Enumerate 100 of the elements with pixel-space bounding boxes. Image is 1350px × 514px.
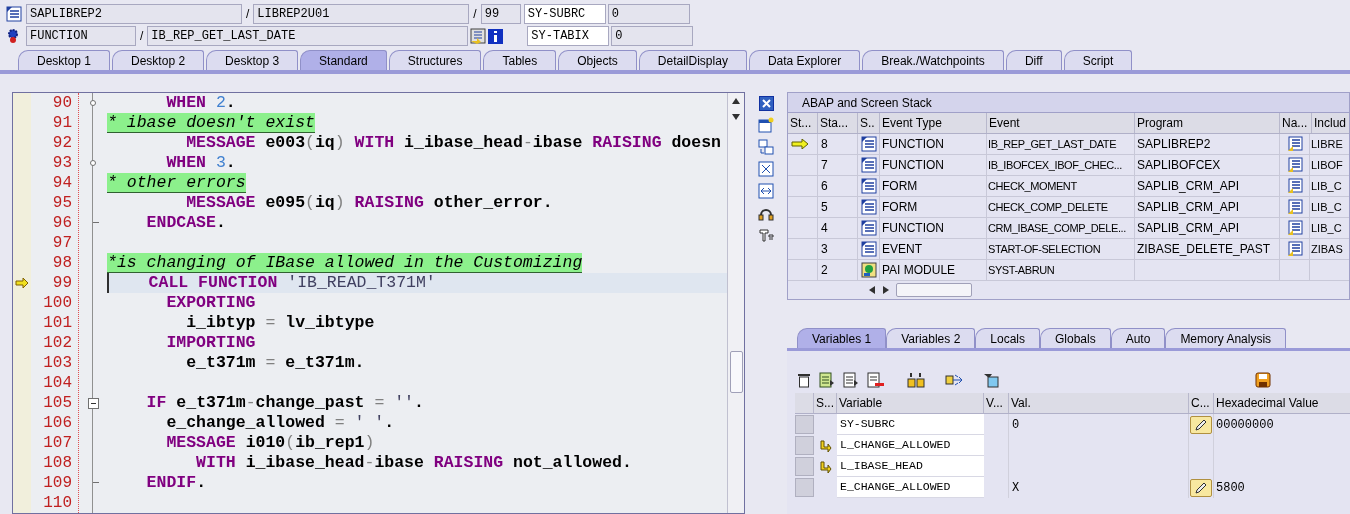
value-field[interactable]: 0	[611, 26, 694, 46]
navigate-icon[interactable]	[1286, 157, 1303, 173]
include: LIBOF	[1311, 157, 1343, 173]
line-number: 109	[43, 473, 72, 493]
include: LIBRE	[1311, 136, 1343, 152]
stack-level: 2	[821, 262, 828, 279]
tab[interactable]: DetailDisplay	[638, 50, 747, 70]
column-header[interactable]: Val.	[1009, 393, 1189, 413]
event: SYST-ABRUN	[988, 262, 1055, 278]
include: LIB_C	[1311, 178, 1342, 194]
system-field[interactable]: SY-SUBRC	[523, 4, 606, 24]
collapse-icon[interactable]	[87, 397, 99, 409]
tab[interactable]: Memory Analysis	[1165, 328, 1287, 348]
delete-row-icon[interactable]	[867, 372, 885, 388]
transfer-icon[interactable]	[945, 372, 963, 388]
new-window-icon[interactable]	[758, 117, 774, 133]
code-line: i_ibtyp = lv_ibtype	[185, 313, 375, 333]
program-field[interactable]: SAPLIBREP2	[26, 4, 242, 24]
include: ZIBAS	[1311, 241, 1343, 257]
tab[interactable]: Standard	[300, 50, 387, 70]
value-field[interactable]: 0	[607, 4, 690, 24]
line-number: 95	[52, 193, 72, 213]
column-header[interactable]: Sta...	[818, 113, 858, 133]
column-header[interactable]: V...	[984, 393, 1009, 413]
document-icon[interactable]	[843, 372, 859, 388]
tab[interactable]: Variables 2	[886, 328, 976, 348]
tab[interactable]: Globals	[1040, 328, 1111, 348]
column-header[interactable]: Event	[987, 113, 1135, 133]
info-icon[interactable]	[488, 28, 504, 44]
tab[interactable]: Desktop 2	[112, 50, 205, 70]
tool-icon[interactable]	[758, 227, 774, 243]
module-name-field[interactable]: IB_REP_GET_LAST_DATE	[147, 26, 469, 46]
line-number: 92	[52, 133, 72, 153]
pencil-icon	[1194, 480, 1208, 495]
tab[interactable]: Desktop 1	[18, 50, 111, 70]
code-line: ENDIF.	[145, 473, 207, 493]
navigate-icon[interactable]	[1286, 220, 1303, 236]
scroll-up-icon[interactable]	[732, 97, 740, 105]
scroll-left-icon[interactable]	[868, 286, 876, 294]
program: SAPLIBOFCEX	[1137, 157, 1221, 174]
tab[interactable]: Script	[1063, 50, 1133, 70]
stack-level: 3	[821, 241, 828, 258]
navigate-icon[interactable]	[1286, 241, 1303, 257]
event: IB_IBOFCEX_IBOF_CHEC...	[988, 157, 1122, 173]
document-icon	[860, 136, 877, 152]
column-header[interactable]: St...	[788, 113, 818, 133]
navigate-icon[interactable]	[1286, 199, 1303, 215]
program: SAPLIB_CRM_API	[1137, 220, 1240, 237]
include-field[interactable]: LIBREP2U01	[253, 4, 470, 24]
navigate-icon[interactable]	[1286, 178, 1303, 194]
program: SAPLIBREP2	[1137, 136, 1211, 153]
scroll-thumb[interactable]	[896, 283, 972, 297]
tab[interactable]: Desktop 3	[206, 50, 299, 70]
width-icon[interactable]	[758, 183, 774, 199]
column-header[interactable]: Program	[1135, 113, 1280, 133]
fullscreen-icon[interactable]	[758, 161, 774, 177]
column-header[interactable]: C...	[1189, 393, 1214, 413]
code-line: MESSAGE e003(iq) WITH i_ibase_head-ibase RAISING doesn	[185, 133, 721, 153]
stack-level: 7	[821, 157, 828, 174]
column-header[interactable]: Event Type	[880, 113, 987, 133]
line-number: 106	[43, 413, 72, 433]
scroll-thumb[interactable]	[729, 351, 743, 393]
navigate-icon[interactable]	[1286, 136, 1303, 152]
tab[interactable]: Break./Watchpoints	[862, 50, 1004, 70]
edit-button[interactable]	[1190, 478, 1212, 497]
tab[interactable]: Variables 1	[797, 328, 887, 348]
system-field[interactable]: SY-TABIX	[527, 26, 610, 46]
tab[interactable]: Structures	[388, 50, 482, 70]
scrollbar[interactable]	[727, 93, 744, 513]
fold-node-icon	[90, 100, 96, 106]
code-line: WHEN 2.	[165, 93, 236, 113]
trash-icon[interactable]	[797, 372, 811, 388]
scroll-right-icon[interactable]	[882, 286, 890, 294]
column-header[interactable]: Na...	[1280, 113, 1312, 133]
line-field[interactable]: 99	[480, 4, 521, 24]
tab[interactable]: Diff	[1005, 50, 1062, 70]
column-header[interactable]: S..	[858, 113, 880, 133]
column-header[interactable]: Includ	[1312, 113, 1349, 133]
tab[interactable]: Tables	[483, 50, 557, 70]
close-icon[interactable]	[758, 96, 774, 111]
swap-window-icon[interactable]	[758, 139, 774, 155]
column-header[interactable]: Variable	[837, 393, 984, 413]
save-icon[interactable]	[1255, 372, 1271, 388]
column-header[interactable]: Hexadecimal Value	[1214, 393, 1350, 413]
tab[interactable]: Data Explorer	[748, 50, 861, 70]
pencil-icon	[1194, 417, 1208, 432]
column-header[interactable]: S...	[814, 393, 837, 413]
scroll-down-icon[interactable]	[732, 113, 740, 121]
tab[interactable]: Auto	[1110, 328, 1166, 348]
panel-title: ABAP and Screen Stack	[802, 94, 932, 112]
separator: /	[139, 28, 145, 45]
document-icon[interactable]	[819, 372, 835, 388]
code-line: ENDCASE.	[145, 213, 226, 233]
columns-icon[interactable]	[907, 372, 925, 388]
tab[interactable]: Locals	[975, 328, 1040, 348]
tab[interactable]: Objects	[558, 50, 637, 70]
line-number: 91	[52, 113, 72, 133]
type-field[interactable]: FUNCTION	[26, 26, 136, 46]
edit-button[interactable]	[1190, 415, 1212, 434]
filter-icon[interactable]	[983, 372, 999, 388]
